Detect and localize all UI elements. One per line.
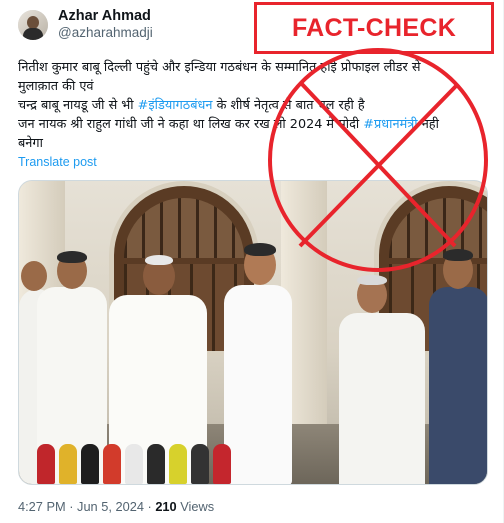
avatar[interactable] [18,9,48,40]
post-date[interactable]: Jun 5, 2024 [77,499,144,514]
tweet-text: नितीश कुमार बाबू दिल्ली पहुंचे और इन्डिय… [18,58,496,153]
tweet-line: बनेगा [18,136,43,151]
separator: · [65,499,78,514]
fact-check-label: FACT-CHECK [291,13,457,42]
tweet-text-span: जन नायक श्री राहुल गांधी जी ने कहा था लि… [18,117,364,132]
views-count: 210 [155,499,177,514]
tweet-line: चन्द्र बाबू नायडू जी से भी #इंडियागठबंधन… [18,96,496,115]
tweet-text-span: चन्द्र बाबू नायडू जी से भी [18,98,138,113]
post-time[interactable]: 4:27 PM [18,499,66,514]
translate-post-link[interactable]: Translate post [18,155,97,169]
author-display-name[interactable]: Azhar Ahmad [58,8,153,25]
tweet-line: जन नायक श्री राहुल गांधी जी ने कहा था लि… [18,115,496,134]
tweet-line: मुलाक़ात की एवं [18,79,94,94]
post-photo[interactable] [18,180,488,485]
separator: · [143,499,156,514]
post-header: Azhar Ahmad @azharahmadji [18,8,153,41]
views-label: Views [176,499,215,514]
hashtag-link[interactable]: #प्रधानमंत्री [363,117,417,132]
hashtag-link[interactable]: #इंडियागठबंधन [138,98,213,113]
fact-check-badge: FACT-CHECK [254,2,494,54]
tweet-text-span: नही [417,117,439,132]
post-metadata: 4:27 PM · Jun 5, 2024 · 210 Views [18,499,214,514]
tweet-text-span: के शीर्ष नेतृत्व से बात चल रही है [212,98,365,113]
tweet-line: नितीश कुमार बाबू दिल्ली पहुंचे और इन्डिय… [18,60,421,75]
author-handle[interactable]: @azharahmadji [58,25,153,41]
author-names: Azhar Ahmad @azharahmadji [58,8,153,41]
tweet-card: Azhar Ahmad @azharahmadji FACT-CHECK नित… [0,0,504,523]
